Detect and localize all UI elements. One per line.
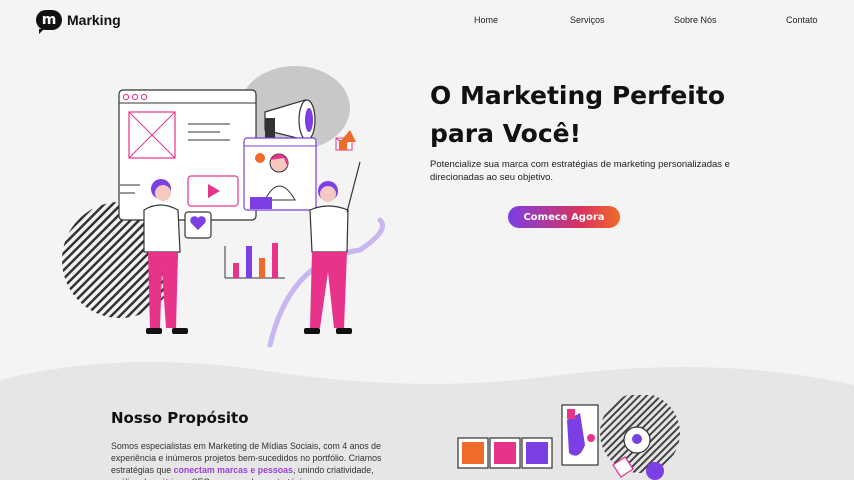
brand-name: Marking [67,12,121,28]
hero-subtitle: Potencialize sua marca com estratégias d… [430,159,730,183]
person-right-pants [310,252,347,328]
nav-home[interactable]: Home [474,15,498,25]
chart-bar [272,243,278,278]
logo-letter: m [41,12,57,28]
comece-agora-button[interactable]: Comece Agora [508,206,620,228]
chart-bar [259,258,265,278]
nav-sobre-nos[interactable]: Sobre Nós [674,15,717,25]
purpose-body: Somos especialistas em Marketing de Mídi… [111,440,401,480]
brand-logo[interactable]: m Marking [36,10,121,34]
nav-contato[interactable]: Contato [786,15,818,25]
person-right-shirt [309,205,349,253]
purpose-illustration [457,395,680,480]
hero-title-line2: para Você! [430,119,582,148]
nav-servicos[interactable]: Serviços [570,15,605,25]
hero-title: O Marketing Perfeito para Você! [430,77,810,153]
purpose-title: Nosso Propósito [111,409,249,427]
purpose-body-highlight: conectam marcas e pessoas [173,465,293,475]
lightbulb-icon [255,153,265,163]
chart-bar [246,246,252,278]
thumbs-up-icon [339,140,347,150]
logo-icon: m [36,10,62,34]
top-navbar: m Marking Home Serviços Sobre Nós Contat… [0,0,854,42]
hero-title-line1: O Marketing Perfeito [430,81,725,110]
person-left-shirt [143,204,181,253]
hero-illustration [62,66,385,348]
chart-bar [233,263,239,278]
person-hair [646,462,664,480]
